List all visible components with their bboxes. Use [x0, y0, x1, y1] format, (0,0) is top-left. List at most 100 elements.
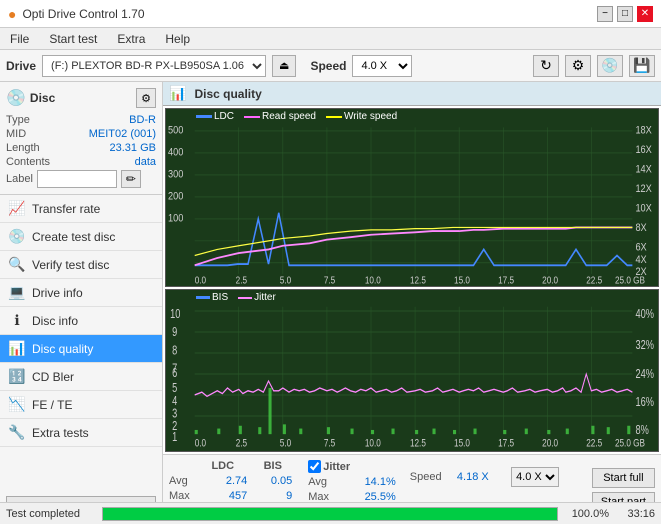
svg-text:17.5: 17.5 — [498, 275, 514, 286]
bis-col-header: BIS — [253, 459, 298, 473]
length-label: Length — [6, 142, 40, 154]
fe-te-icon: 📉 — [8, 396, 26, 413]
svg-text:10.0: 10.0 — [365, 275, 381, 286]
app-icon: ● — [8, 6, 16, 22]
transfer-rate-icon: 📈 — [8, 200, 26, 217]
nav-verify-test-label: Verify test disc — [32, 258, 109, 272]
speed-label: Speed — [310, 59, 346, 73]
extra-tests-icon: 🔧 — [8, 424, 26, 441]
svg-text:15.0: 15.0 — [454, 438, 470, 451]
status-time: 33:16 — [615, 508, 655, 520]
nav-disc-quality-label: Disc quality — [32, 342, 93, 356]
bis-chart-svg: 10 9 8 7 6 5 4 3 2 1 40% 32% 24% 16% 8% — [166, 290, 658, 451]
contents-value: data — [135, 156, 156, 168]
app-title: Opti Drive Control 1.70 — [22, 7, 144, 21]
jitter-avg-label: Avg — [308, 474, 355, 489]
contents-label: Contents — [6, 156, 50, 168]
disc-info-icon: ℹ — [8, 312, 26, 329]
svg-text:6X: 6X — [635, 242, 646, 254]
svg-text:16X: 16X — [635, 144, 652, 156]
svg-text:0.0: 0.0 — [195, 438, 207, 451]
svg-text:10.0: 10.0 — [365, 438, 381, 451]
nav-disc-quality[interactable]: 📊 Disc quality — [0, 335, 162, 363]
svg-text:14X: 14X — [635, 164, 652, 176]
nav-list: 📈 Transfer rate 💿 Create test disc 🔍 Ver… — [0, 195, 162, 447]
svg-text:25.0 GB: 25.0 GB — [615, 275, 645, 286]
nav-create-test-label: Create test disc — [32, 230, 115, 244]
svg-text:17.5: 17.5 — [498, 438, 514, 451]
settings-button[interactable]: ⚙ — [565, 55, 591, 77]
drive-info-icon: 💻 — [8, 284, 26, 301]
nav-verify-test[interactable]: 🔍 Verify test disc — [0, 251, 162, 279]
maximize-button[interactable]: □ — [617, 6, 633, 22]
chart-header: 📊 Disc quality — [163, 82, 661, 106]
svg-text:300: 300 — [168, 169, 184, 181]
speed-row: Speed 4.18 X 4.0 X — [410, 459, 559, 495]
svg-text:24%: 24% — [635, 368, 654, 382]
speed-select[interactable]: 4.0 X — [352, 55, 412, 77]
avg-ldc: 2.74 — [198, 473, 253, 489]
nav-transfer-rate-label: Transfer rate — [32, 202, 100, 216]
write-speed-legend-label: Write speed — [344, 111, 397, 122]
nav-disc-info[interactable]: ℹ Disc info — [0, 307, 162, 335]
nav-drive-info-label: Drive info — [32, 286, 83, 300]
ldc-legend-label: LDC — [214, 111, 234, 122]
status-text: Test completed — [6, 508, 96, 520]
refresh-button[interactable]: ↻ — [533, 55, 559, 77]
start-full-button[interactable]: Start full — [592, 468, 655, 488]
top-chart-legend: LDC Read speed Write speed — [196, 111, 397, 122]
svg-text:1: 1 — [172, 431, 177, 445]
minimize-button[interactable]: − — [597, 6, 613, 22]
nav-fe-te[interactable]: 📉 FE / TE — [0, 391, 162, 419]
toolbar: Drive (F:) PLEXTOR BD-R PX-LB950SA 1.06 … — [0, 50, 661, 82]
nav-transfer-rate[interactable]: 📈 Transfer rate — [0, 195, 162, 223]
svg-text:5.0: 5.0 — [280, 275, 291, 286]
svg-text:8%: 8% — [635, 424, 648, 438]
label-input[interactable] — [37, 170, 117, 188]
menu-file[interactable]: File — [6, 31, 33, 47]
menu-start-test[interactable]: Start test — [45, 31, 101, 47]
cd-bler-icon: 🔢 — [8, 368, 26, 385]
progress-bar — [102, 507, 558, 521]
ldc-col-header: LDC — [198, 459, 253, 473]
progress-fill — [103, 508, 557, 520]
mid-value: MEIT02 (001) — [89, 128, 156, 140]
save-button[interactable]: 💾 — [629, 55, 655, 77]
nav-extra-tests[interactable]: 🔧 Extra tests — [0, 419, 162, 447]
nav-drive-info[interactable]: 💻 Drive info — [0, 279, 162, 307]
sidebar: 💿 Disc ⚙ Type BD-R MID MEIT02 (001) Leng… — [0, 82, 163, 524]
disc-icon: 💿 — [6, 88, 26, 108]
length-value: 23.31 GB — [110, 142, 156, 154]
label-edit-button[interactable]: ✏ — [121, 170, 141, 188]
drive-label: Drive — [6, 59, 36, 73]
jitter-legend-label: Jitter — [254, 292, 276, 303]
type-label: Type — [6, 114, 30, 126]
drive-select[interactable]: (F:) PLEXTOR BD-R PX-LB950SA 1.06 — [42, 55, 266, 77]
speed-stat-select[interactable]: 4.0 X — [511, 467, 559, 487]
svg-text:16%: 16% — [635, 396, 654, 410]
close-button[interactable]: ✕ — [637, 6, 653, 22]
nav-cd-bler[interactable]: 🔢 CD Bler — [0, 363, 162, 391]
svg-text:9: 9 — [172, 326, 177, 340]
type-value: BD-R — [129, 114, 156, 126]
menu-help[interactable]: Help — [161, 31, 194, 47]
avg-row: Avg 2.74 0.05 — [169, 473, 298, 489]
avg-bis: 0.05 — [253, 473, 298, 489]
svg-text:12X: 12X — [635, 183, 652, 195]
svg-text:5.0: 5.0 — [280, 438, 292, 451]
disc-config-button[interactable]: ⚙ — [136, 88, 156, 108]
svg-text:40%: 40% — [635, 308, 654, 322]
menu-extra[interactable]: Extra — [113, 31, 149, 47]
eject-button[interactable]: ⏏ — [272, 55, 296, 77]
main-layout: 💿 Disc ⚙ Type BD-R MID MEIT02 (001) Leng… — [0, 82, 661, 524]
svg-text:4X: 4X — [635, 254, 646, 266]
disc-button[interactable]: 💿 — [597, 55, 623, 77]
svg-text:6: 6 — [172, 367, 177, 381]
svg-text:0.0: 0.0 — [195, 275, 206, 286]
jitter-checkbox[interactable] — [308, 460, 321, 473]
svg-text:10X: 10X — [635, 203, 652, 215]
svg-text:500: 500 — [168, 125, 184, 137]
svg-text:32%: 32% — [635, 339, 654, 353]
svg-text:22.5: 22.5 — [586, 438, 602, 451]
nav-create-test[interactable]: 💿 Create test disc — [0, 223, 162, 251]
